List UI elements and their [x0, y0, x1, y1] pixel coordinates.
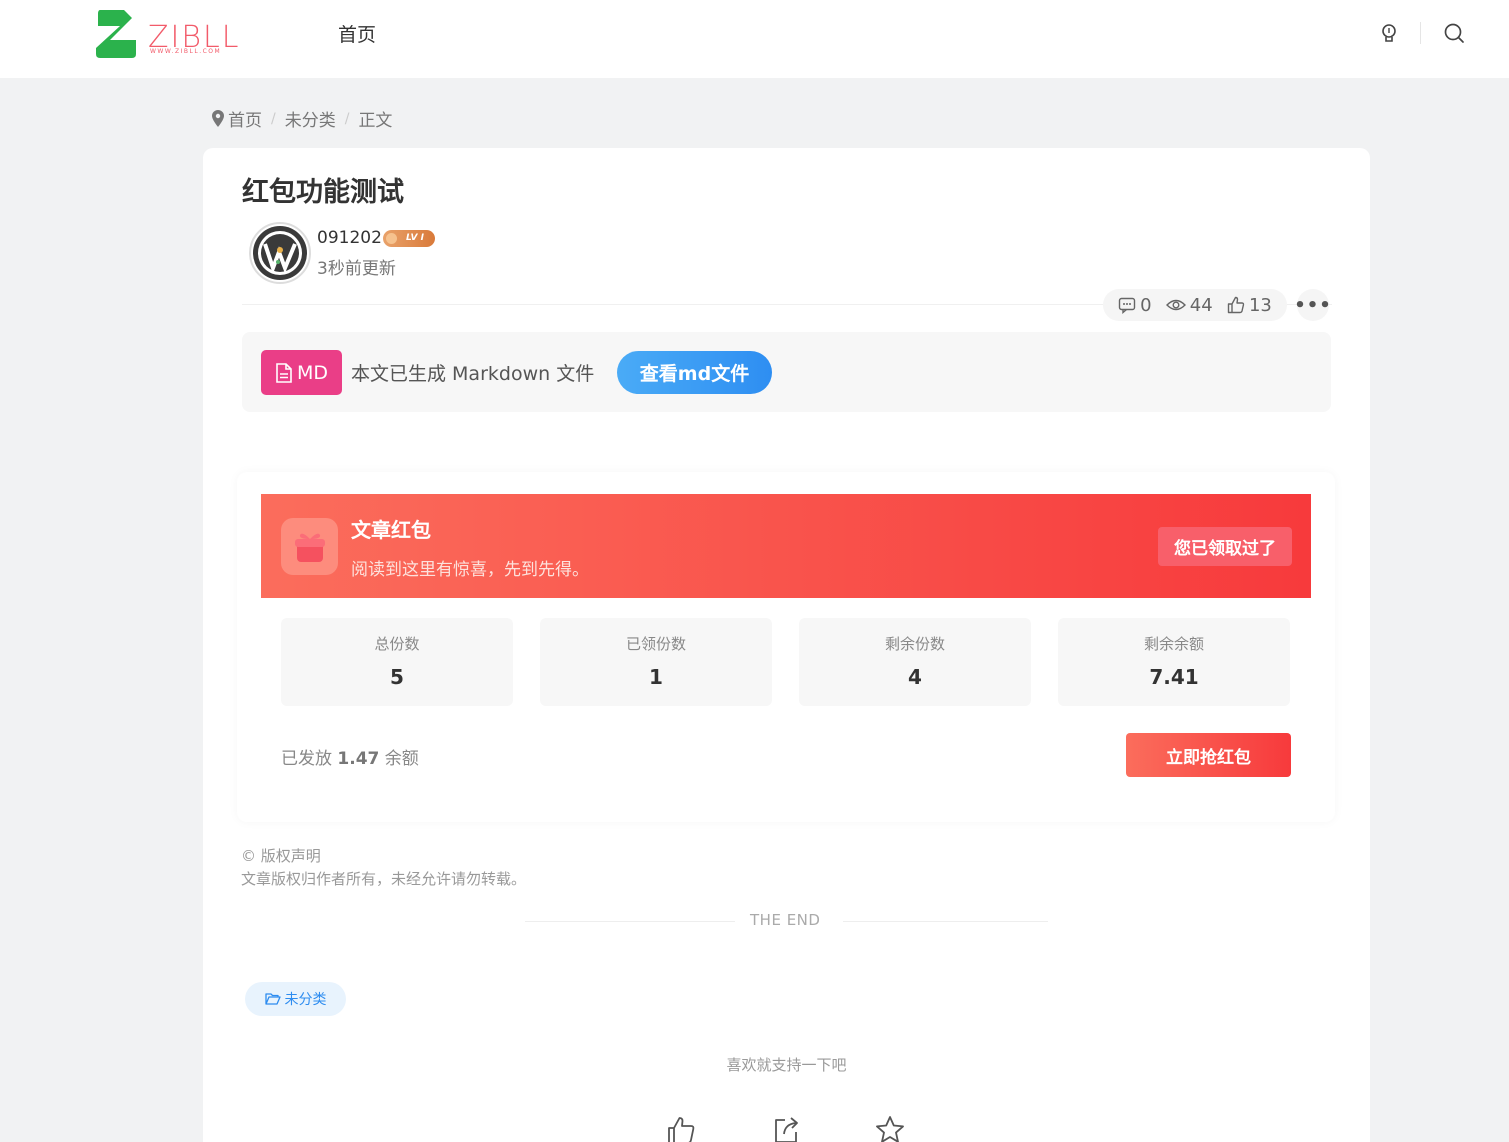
- breadcrumb-category[interactable]: 未分类: [285, 106, 336, 131]
- comment-count-value: 0: [1140, 294, 1152, 316]
- like-action-icon[interactable]: [666, 1115, 696, 1142]
- stat-claimed: 已领份数 1: [540, 618, 772, 706]
- red-packet-subtitle: 阅读到这里有惊喜，先到先得。: [351, 560, 589, 580]
- md-notice-text: 本文已生成 Markdown 文件: [351, 363, 595, 385]
- comment-count[interactable]: 0: [1118, 294, 1152, 316]
- breadcrumb: 首页 / 未分类 / 正文: [212, 106, 392, 131]
- stat-claimed-label: 已领份数: [625, 635, 686, 653]
- comment-icon: [1118, 297, 1136, 314]
- folder-open-icon: [264, 993, 281, 1005]
- view-count: 44: [1165, 294, 1213, 316]
- stat-claimed-value: 1: [649, 665, 663, 689]
- markdown-notice: MD 本文已生成 Markdown 文件 查看md文件: [242, 332, 1331, 412]
- the-end-label: THE END: [750, 911, 821, 929]
- md-tag: MD: [261, 350, 342, 395]
- stat-remaining-value: 4: [908, 665, 922, 689]
- location-pin-icon: [212, 110, 224, 127]
- stat-remaining: 剩余份数 4: [799, 618, 1031, 706]
- favorite-star-icon[interactable]: [875, 1115, 905, 1142]
- copyright-text: 文章版权归作者所有，未经允许请勿转载。: [241, 870, 527, 888]
- post-card: 红包功能测试 091202 LV I 3秒前更新 0 44 13 ••• MD …: [203, 148, 1370, 1142]
- theme-toggle-icon[interactable]: [1378, 22, 1400, 44]
- end-divider-left: [525, 921, 735, 922]
- nav-home-link[interactable]: 首页: [338, 20, 376, 47]
- red-packet-banner: 文章红包 阅读到这里有惊喜，先到先得。 您已领取过了: [261, 494, 1311, 598]
- author-avatar[interactable]: [249, 222, 311, 284]
- level-badge: LV I: [383, 230, 435, 247]
- already-claimed-button[interactable]: 您已领取过了: [1158, 527, 1292, 566]
- search-icon[interactable]: [1443, 22, 1465, 44]
- share-action-icon[interactable]: [771, 1115, 801, 1142]
- post-meta-stats: 0 44 13: [1103, 289, 1287, 321]
- category-tag[interactable]: 未分类: [245, 982, 346, 1016]
- like-count[interactable]: 13: [1227, 295, 1272, 316]
- breadcrumb-separator: /: [344, 110, 350, 127]
- support-prompt: 喜欢就支持一下吧: [726, 1056, 847, 1074]
- author-name[interactable]: 091202: [317, 228, 382, 248]
- stat-total: 总份数 5: [281, 618, 513, 706]
- site-logo[interactable]: ZIBLL WWW.ZIBLL.COM: [96, 10, 251, 60]
- end-divider-right: [843, 921, 1048, 922]
- red-packet-panel: 文章红包 阅读到这里有惊喜，先到先得。 您已领取过了 总份数 5 已领份数 1 …: [237, 472, 1335, 822]
- red-packet-title: 文章红包: [351, 518, 431, 542]
- document-icon: [276, 362, 292, 383]
- issued-summary: 已发放 1.47 余额: [281, 744, 419, 769]
- site-header: ZIBLL WWW.ZIBLL.COM 首页: [0, 0, 1509, 78]
- like-count-value: 13: [1248, 294, 1272, 316]
- more-dots-icon: •••: [1294, 294, 1332, 316]
- breadcrumb-home[interactable]: 首页: [228, 106, 262, 131]
- thumbs-up-icon: [1227, 296, 1245, 314]
- breadcrumb-current: 正文: [358, 111, 393, 131]
- eye-icon: [1165, 299, 1186, 311]
- stat-total-value: 5: [390, 665, 404, 689]
- post-title: 红包功能测试: [242, 177, 404, 208]
- post-update-time: 3秒前更新: [317, 259, 396, 279]
- more-options-button[interactable]: •••: [1294, 289, 1332, 321]
- stat-remaining-label: 剩余份数: [884, 635, 945, 653]
- md-tag-label: MD: [296, 361, 329, 384]
- view-count-value: 44: [1189, 294, 1213, 316]
- issued-suffix: 余额: [384, 749, 419, 769]
- view-md-button[interactable]: 查看md文件: [617, 351, 772, 394]
- issued-amount: 1.47: [337, 749, 380, 769]
- logo-mark-icon: [96, 10, 136, 58]
- copyright-title: © 版权声明: [241, 847, 321, 865]
- category-tag-label: 未分类: [284, 992, 327, 1008]
- breadcrumb-separator: /: [271, 110, 276, 127]
- logo-subtext: WWW.ZIBLL.COM: [150, 48, 222, 55]
- stat-balance-value: 7.41: [1149, 665, 1199, 689]
- stat-balance-label: 剩余余额: [1143, 635, 1204, 653]
- grab-red-packet-button[interactable]: 立即抢红包: [1126, 733, 1291, 777]
- header-divider: [1420, 22, 1421, 44]
- stat-balance: 剩余余额 7.41: [1058, 618, 1290, 706]
- wordpress-logo-icon: [253, 226, 307, 280]
- issued-prefix: 已发放: [281, 749, 332, 769]
- gift-icon: [281, 518, 338, 575]
- stat-total-label: 总份数: [374, 635, 420, 653]
